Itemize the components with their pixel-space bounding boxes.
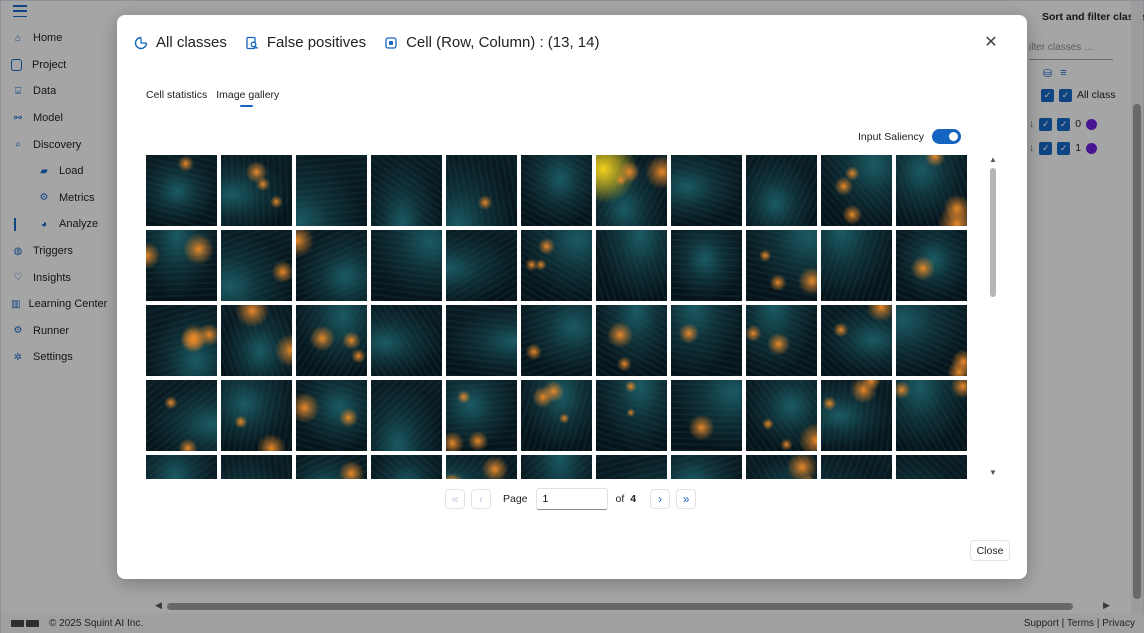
- gallery-thumbnail[interactable]: [821, 230, 892, 301]
- gallery-thumbnail[interactable]: [521, 455, 592, 479]
- header-classes: All classes: [134, 34, 227, 51]
- gallery-thumbnail[interactable]: [446, 455, 517, 479]
- gallery-thumbnail[interactable]: [596, 155, 667, 226]
- scrollbar-thumb[interactable]: [990, 168, 996, 297]
- gallery-thumbnail[interactable]: [596, 305, 667, 376]
- gallery-thumbnail[interactable]: [671, 230, 742, 301]
- saliency-toggle[interactable]: [931, 129, 961, 144]
- gallery-thumbnail[interactable]: [521, 380, 592, 451]
- of-label: of: [615, 493, 625, 505]
- next-page-button[interactable]: ›: [650, 489, 671, 509]
- saliency-label: Input Saliency: [858, 130, 924, 143]
- scroll-down-icon[interactable]: ▼: [989, 468, 997, 477]
- gallery-thumbnail[interactable]: [296, 380, 367, 451]
- page-label: Page: [503, 493, 528, 505]
- gallery-thumbnail[interactable]: [296, 230, 367, 301]
- total-pages: 4: [630, 493, 637, 505]
- tab-image-gallery[interactable]: Image gallery: [216, 89, 279, 107]
- gallery-thumbnail[interactable]: [146, 455, 217, 479]
- gallery-thumbnail[interactable]: [746, 380, 817, 451]
- page-number-input[interactable]: [535, 488, 608, 510]
- gallery-thumbnail[interactable]: [746, 155, 817, 226]
- close-button[interactable]: Close: [970, 540, 1010, 561]
- gallery-thumbnail[interactable]: [821, 380, 892, 451]
- header-cell: Cell (Row, Column) : (13, 14): [384, 34, 599, 51]
- gallery-thumbnail[interactable]: [521, 305, 592, 376]
- header-cell-label: Cell (Row, Column) : (13, 14): [406, 34, 600, 51]
- gallery-thumbnail[interactable]: [296, 155, 367, 226]
- modal-header: All classes False positives Cell (Row, C…: [134, 34, 617, 51]
- gallery-thumbnail[interactable]: [371, 455, 442, 479]
- header-classes-label: All classes: [156, 34, 227, 51]
- gallery-thumbnail[interactable]: [371, 380, 442, 451]
- gallery-thumbnail[interactable]: [371, 230, 442, 301]
- gallery-thumbnail[interactable]: [146, 155, 217, 226]
- gallery-thumbnail[interactable]: [296, 455, 367, 479]
- gallery-scrollbar[interactable]: ▲ ▼: [987, 155, 999, 479]
- image-gallery-grid: [146, 155, 968, 479]
- gallery-thumbnail[interactable]: [671, 305, 742, 376]
- gallery-thumbnail[interactable]: [146, 380, 217, 451]
- gallery-thumbnail[interactable]: [671, 455, 742, 479]
- document-search-icon: [245, 36, 259, 50]
- image-gallery-modal: All classes False positives Cell (Row, C…: [117, 15, 1027, 579]
- gallery-thumbnail[interactable]: [446, 305, 517, 376]
- last-page-button[interactable]: »: [676, 489, 697, 509]
- gallery-thumbnail[interactable]: [371, 155, 442, 226]
- gallery-thumbnail[interactable]: [221, 155, 292, 226]
- classes-icon: [134, 36, 148, 50]
- gallery-thumbnail[interactable]: [521, 155, 592, 226]
- gallery-thumbnail[interactable]: [896, 305, 967, 376]
- gallery-thumbnail[interactable]: [746, 230, 817, 301]
- gallery-thumbnail[interactable]: [446, 230, 517, 301]
- gallery-thumbnail[interactable]: [671, 380, 742, 451]
- gallery-thumbnail[interactable]: [146, 305, 217, 376]
- gallery-thumbnail[interactable]: [221, 305, 292, 376]
- gallery-thumbnail[interactable]: [821, 305, 892, 376]
- cell-icon: [384, 36, 398, 50]
- gallery-thumbnail[interactable]: [446, 155, 517, 226]
- pagination: « ‹ Page of 4 › »: [445, 488, 697, 510]
- gallery-thumbnail[interactable]: [596, 230, 667, 301]
- gallery-thumbnail[interactable]: [446, 380, 517, 451]
- gallery-thumbnail[interactable]: [221, 455, 292, 479]
- gallery-thumbnail[interactable]: [221, 380, 292, 451]
- header-mode-label: False positives: [266, 34, 367, 51]
- gallery-thumbnail[interactable]: [221, 230, 292, 301]
- gallery-thumbnail[interactable]: [821, 155, 892, 226]
- first-page-button[interactable]: «: [445, 489, 465, 509]
- gallery-thumbnail[interactable]: [746, 305, 817, 376]
- header-mode: False positives: [245, 34, 366, 51]
- gallery-thumbnail[interactable]: [896, 380, 967, 451]
- tab-cell-statistics[interactable]: Cell statistics: [146, 89, 207, 105]
- gallery-thumbnail[interactable]: [596, 380, 667, 451]
- close-icon[interactable]: ✕: [983, 35, 999, 51]
- gallery-thumbnail[interactable]: [596, 455, 667, 479]
- gallery-thumbnail[interactable]: [671, 155, 742, 226]
- modal-tabs: Cell statistics Image gallery: [146, 89, 279, 107]
- gallery-thumbnail[interactable]: [146, 230, 217, 301]
- gallery-thumbnail[interactable]: [746, 455, 817, 479]
- gallery-thumbnail[interactable]: [896, 455, 967, 479]
- gallery-thumbnail[interactable]: [521, 230, 592, 301]
- gallery-thumbnail[interactable]: [896, 230, 967, 301]
- gallery-thumbnail[interactable]: [896, 155, 967, 226]
- gallery-thumbnail[interactable]: [821, 455, 892, 479]
- gallery-thumbnail[interactable]: [296, 305, 367, 376]
- saliency-control: Input Saliency: [858, 129, 961, 144]
- scroll-up-icon[interactable]: ▲: [989, 155, 997, 164]
- gallery-thumbnail[interactable]: [371, 305, 442, 376]
- prev-page-button[interactable]: ‹: [471, 489, 491, 509]
